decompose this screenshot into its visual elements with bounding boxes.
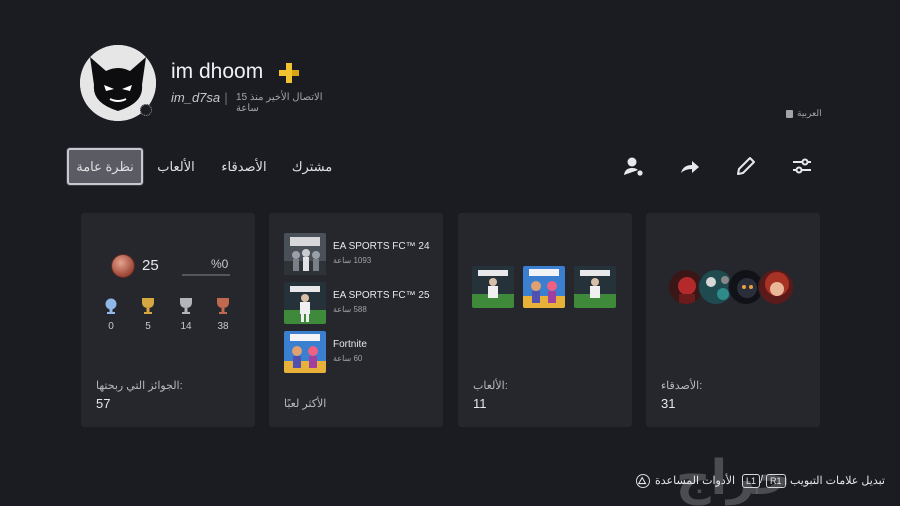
game-hours: 60 ساعة [333,354,363,363]
game-hours: 588 ساعة [333,305,367,314]
ps-plus-icon [279,63,299,83]
tools-hint: الأدوات المساعدة [655,475,736,487]
fc25-cover-icon [574,266,616,308]
game-thumbnail [472,266,514,308]
friends-count: 31 [661,396,676,411]
silver-count: 14 [180,321,192,332]
add-friend-icon [624,157,643,176]
most-played-label: الأكثر لعبًا [284,398,327,410]
game-title: Fortnite [333,339,367,350]
document-icon [786,109,793,118]
platinum-trophy-icon [105,298,117,314]
game-title: EA SPORTS FC™ 24 [333,241,430,252]
trophy-level: 25 [142,257,159,274]
bronze-trophy-icon [217,298,229,314]
trophy-level-icon [111,254,135,278]
game-thumbnail [574,266,616,308]
online-status-icon [140,104,152,116]
gold-count: 5 [145,321,151,332]
games-card[interactable]: الألعاب: 11 [458,213,632,427]
bronze-count: 38 [217,321,229,332]
add-friend-button[interactable] [622,154,646,178]
games-label: الألعاب: [473,380,508,392]
header-separator: | [224,91,229,105]
game-thumbnail [284,233,326,275]
trophies-label: الجوائز التي ربحتها: [96,380,183,392]
last-online-text: الاتصال الأخير منذ 15 ساعة [236,92,323,114]
red-hair-avatar-icon [759,270,793,304]
fc24-cover-icon [284,233,326,275]
game-hours: 1093 ساعة [333,256,372,265]
settings-sliders-icon [793,158,811,174]
game-title: EA SPORTS FC™ 25 [333,290,430,301]
language-indicator: العربية [786,108,822,119]
online-id: im_d7sa [171,90,221,105]
tab-shared[interactable]: مشترك [290,148,334,185]
edit-icon [737,157,755,175]
most-played-card[interactable]: EA SPORTS FC™ 24 1093 ساعة EA SPORTS FC™… [269,213,443,427]
triangle-button-icon [636,474,650,488]
silver-trophy: 14 [174,297,198,332]
trophy-progress-text: %0 [211,257,229,271]
gold-trophy-icon [142,298,154,314]
trophies-total: 57 [96,396,111,411]
share-icon [681,161,699,173]
most-played-item-fc24[interactable]: EA SPORTS FC™ 24 1093 ساعة [284,233,434,275]
tab-friends[interactable]: الأصدقاء [218,148,270,185]
game-thumbnail [284,331,326,373]
fc25-cover-icon [284,282,326,324]
most-played-item-fortnite[interactable]: Fortnite 60 ساعة [284,331,434,373]
game-thumbnail [284,282,326,324]
game-thumbnail [523,266,565,308]
fortnite-cover-icon [523,266,565,308]
l1-button-icon: L1 [742,474,761,488]
tab-overview[interactable]: نظرة عامة [67,148,143,185]
switch-tabs-hint: تبديل علامات التبويب [790,475,885,487]
platinum-trophy: 0 [99,297,123,332]
most-played-item-fc25[interactable]: EA SPORTS FC™ 25 588 ساعة [284,282,434,324]
edit-profile-button[interactable] [734,154,758,178]
fc25-cover-icon [472,266,514,308]
share-button[interactable] [678,154,702,178]
fortnite-cover-icon [284,331,326,373]
platinum-count: 0 [108,321,114,332]
bronze-trophy: 38 [211,297,235,332]
trophies-card[interactable]: 25 %0 0 5 14 38 الجوائز التي ربحتها: 57 [81,213,255,427]
trophy-progress-bar [182,274,230,276]
games-count: 11 [473,396,487,411]
display-name: im dhoom [171,60,264,83]
profile-options-button[interactable] [790,154,814,178]
r1-button-icon: R1 [766,474,786,488]
language-label: العربية [797,108,822,118]
silver-trophy-icon [180,298,192,314]
tab-games[interactable]: الألعاب [152,148,200,185]
hint-slash: / [760,474,764,486]
friend-avatar [758,269,794,305]
friends-label: الأصدقاء: [661,380,703,392]
friends-card[interactable]: الأصدقاء: 31 [646,213,820,427]
gold-trophy: 5 [136,297,160,332]
